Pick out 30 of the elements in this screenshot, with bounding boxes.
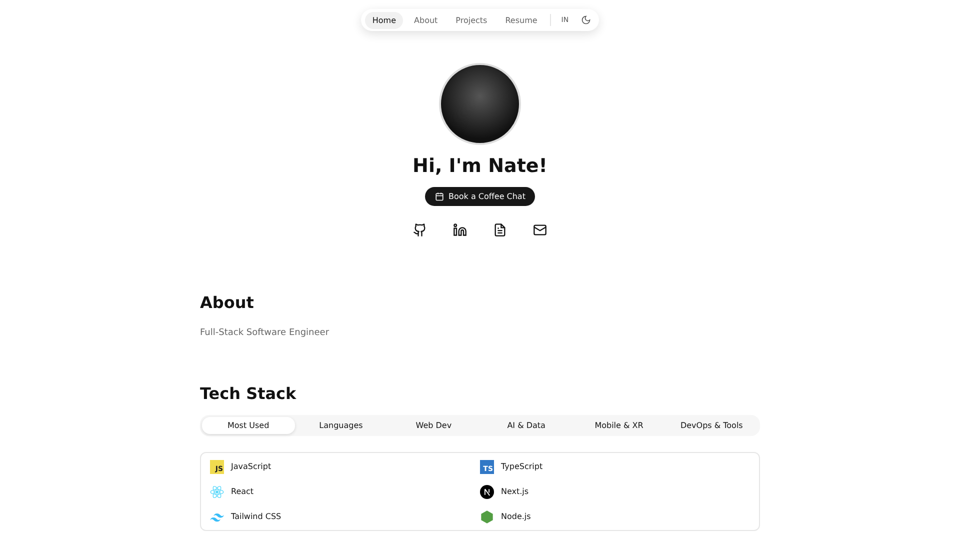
- tech-name: TypeScript: [501, 462, 543, 471]
- category-tab[interactable]: Most Used: [202, 417, 295, 434]
- calendar-icon: [434, 192, 444, 201]
- mail-icon[interactable]: [533, 223, 547, 237]
- nav-link[interactable]: Resume: [498, 12, 544, 28]
- category-tab[interactable]: Mobile & XR: [572, 417, 666, 434]
- category-tab[interactable]: DevOps & Tools: [665, 417, 758, 434]
- moon-icon[interactable]: [580, 15, 591, 25]
- category-tab[interactable]: Languages: [294, 417, 388, 434]
- section-heading: About: [200, 293, 255, 312]
- category-tab[interactable]: Web Dev: [387, 417, 480, 434]
- tech-name: Node.js: [501, 512, 531, 521]
- hexagon-icon: [480, 510, 494, 524]
- section-heading: Tech Stack: [200, 384, 298, 403]
- about-text: Full-Stack Software Engineer: [200, 328, 330, 338]
- hero-heading: Hi, I'm Nate!: [412, 155, 548, 177]
- atom-icon: [210, 484, 224, 498]
- nav-link[interactable]: Home: [365, 12, 404, 28]
- tech-name: React: [231, 487, 254, 496]
- nav-link[interactable]: About: [407, 12, 445, 28]
- tech-name: Next.js: [501, 487, 529, 496]
- github-icon[interactable]: [413, 223, 427, 237]
- tech-name: JavaScript: [231, 462, 272, 471]
- tech-name: Tailwind CSS: [231, 512, 282, 521]
- document-icon[interactable]: [493, 223, 507, 237]
- coffee-chat-button[interactable]: Book a Coffee Chat: [424, 187, 536, 206]
- linkedin-icon[interactable]: [453, 223, 467, 237]
- n-circle-icon: [480, 484, 494, 498]
- category-tab[interactable]: AI & Data: [480, 417, 573, 434]
- nav-link[interactable]: Projects: [448, 12, 494, 28]
